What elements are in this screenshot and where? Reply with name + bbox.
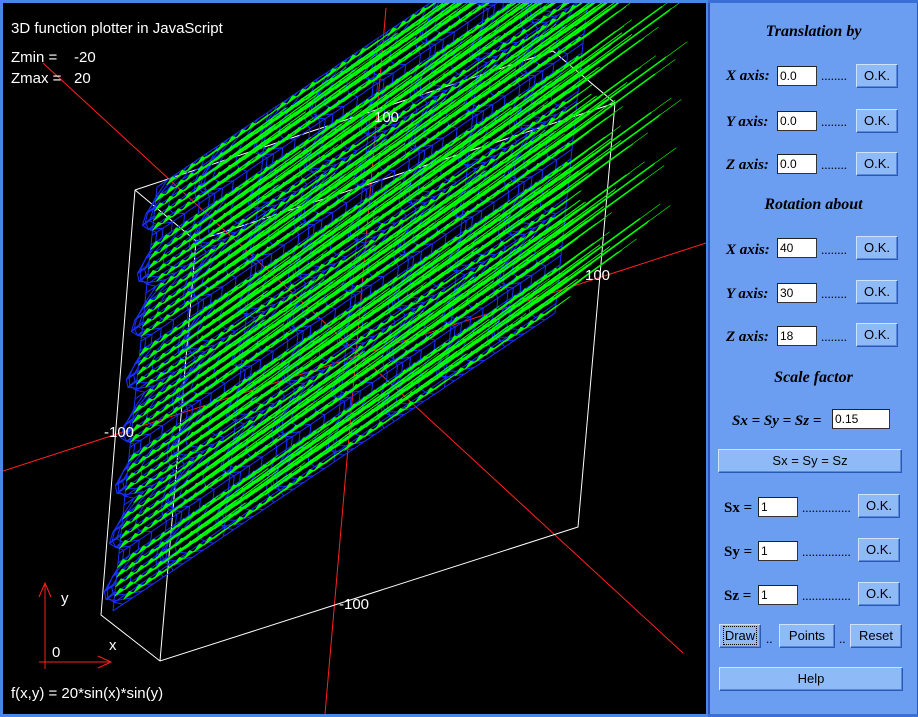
- scale-uniform-button[interactable]: Sx = Sy = Sz: [718, 449, 902, 473]
- rotation-z-input[interactable]: [777, 326, 817, 346]
- surface-spike: [528, 114, 661, 211]
- scale-sy-input[interactable]: [758, 541, 798, 561]
- surface-spike: [347, 30, 392, 64]
- gizmo-y-label: y: [61, 590, 69, 607]
- scale-sz-label: Sz =: [724, 588, 752, 604]
- translation-z-input[interactable]: [777, 154, 817, 174]
- surface-spike: [568, 3, 570, 4]
- scale-uniform-input[interactable]: [832, 409, 890, 429]
- scale-sy-label: Sy =: [724, 544, 753, 560]
- dots-separator: ..: [839, 631, 846, 646]
- scale-sz-input[interactable]: [758, 585, 798, 605]
- dots-separator: ...............: [802, 588, 851, 603]
- dots-separator: ........: [821, 114, 847, 129]
- translation-x-label: X axis:: [726, 68, 770, 84]
- axis-tick-label: -100: [339, 596, 370, 613]
- surface-spike: [550, 131, 614, 178]
- translation-title: Translation by: [765, 23, 862, 40]
- scale-sx-input[interactable]: [758, 497, 798, 517]
- zmax-label: Zmax =: [11, 70, 62, 87]
- plot-title: 3D function plotter in JavaScript: [11, 20, 223, 37]
- translation-y-ok-button[interactable]: O.K.: [856, 109, 898, 133]
- axis-tick-label: -100: [104, 424, 135, 441]
- dots-separator: ..: [766, 631, 773, 646]
- gizmo-x-label: x: [109, 637, 117, 654]
- rotation-z-ok-button[interactable]: O.K.: [856, 323, 898, 347]
- scale-uniform-label: Sx = Sy = Sz =: [732, 413, 822, 429]
- surface-spike: [561, 25, 625, 72]
- dots-separator: ........: [821, 329, 847, 344]
- function-label: f(x,y) = 20*sin(x)*sin(y): [11, 685, 164, 702]
- rotation-z-label: Z axis:: [726, 329, 769, 345]
- rotation-x-ok-button[interactable]: O.K.: [856, 236, 898, 260]
- plot-canvas: 3D function plotter in JavaScript Zmin =…: [3, 3, 706, 714]
- plot-frame: 3D function plotter in JavaScript Zmin =…: [0, 0, 708, 717]
- surface-spike: [523, 162, 656, 259]
- dots-separator: ........: [821, 286, 847, 301]
- scale-title: Scale factor: [774, 369, 853, 386]
- dots-separator: ........: [821, 68, 847, 83]
- surface-spike: [547, 3, 582, 28]
- control-panel: Translation by X axis: ........ O.K. Y a…: [708, 3, 918, 714]
- translation-y-label: Y axis:: [726, 114, 769, 130]
- translation-y-input[interactable]: [777, 111, 817, 131]
- translation-x-input[interactable]: [777, 66, 817, 86]
- mesh-line: [137, 3, 540, 275]
- rotation-y-label: Y axis:: [726, 286, 769, 302]
- zmin-label: Zmin =: [11, 49, 58, 66]
- rotation-y-input[interactable]: [777, 283, 817, 303]
- rotation-x-label: X axis:: [726, 242, 770, 258]
- translation-z-label: Z axis:: [726, 157, 769, 173]
- translation-x-ok-button[interactable]: O.K.: [856, 64, 898, 88]
- rotation-title: Rotation about: [764, 196, 863, 213]
- scale-sz-ok-button[interactable]: O.K.: [858, 582, 900, 606]
- zmax-value: 20: [74, 70, 91, 87]
- axis-tick-label: 100: [585, 267, 611, 284]
- points-button[interactable]: Points: [779, 624, 835, 648]
- scale-sx-label: Sx =: [724, 500, 753, 516]
- surface-spike: [506, 286, 569, 333]
- surface-spike: [528, 203, 661, 300]
- surface-spike: [236, 105, 282, 138]
- translation-z-ok-button[interactable]: O.K.: [856, 152, 898, 176]
- reset-button[interactable]: Reset: [850, 624, 902, 648]
- dots-separator: ...............: [802, 500, 851, 515]
- help-button[interactable]: Help: [719, 667, 903, 691]
- surface-spike: [539, 97, 672, 194]
- gizmo-origin-label: 0: [52, 644, 61, 661]
- scale-sy-ok-button[interactable]: O.K.: [858, 538, 900, 562]
- dots-separator: ........: [821, 157, 847, 172]
- zmin-value: -20: [74, 49, 96, 66]
- rotation-y-ok-button[interactable]: O.K.: [856, 280, 898, 304]
- dots-separator: ........: [821, 242, 847, 257]
- axis-tick-label: 100: [374, 109, 400, 126]
- surface-spike: [517, 180, 580, 227]
- draw-button-label: Draw: [722, 626, 758, 645]
- surface-spike: [534, 56, 667, 153]
- draw-button[interactable]: Draw: [719, 624, 761, 648]
- scale-sx-ok-button[interactable]: O.K.: [858, 494, 900, 518]
- dots-separator: ...............: [802, 544, 851, 559]
- rotation-x-input[interactable]: [777, 238, 817, 258]
